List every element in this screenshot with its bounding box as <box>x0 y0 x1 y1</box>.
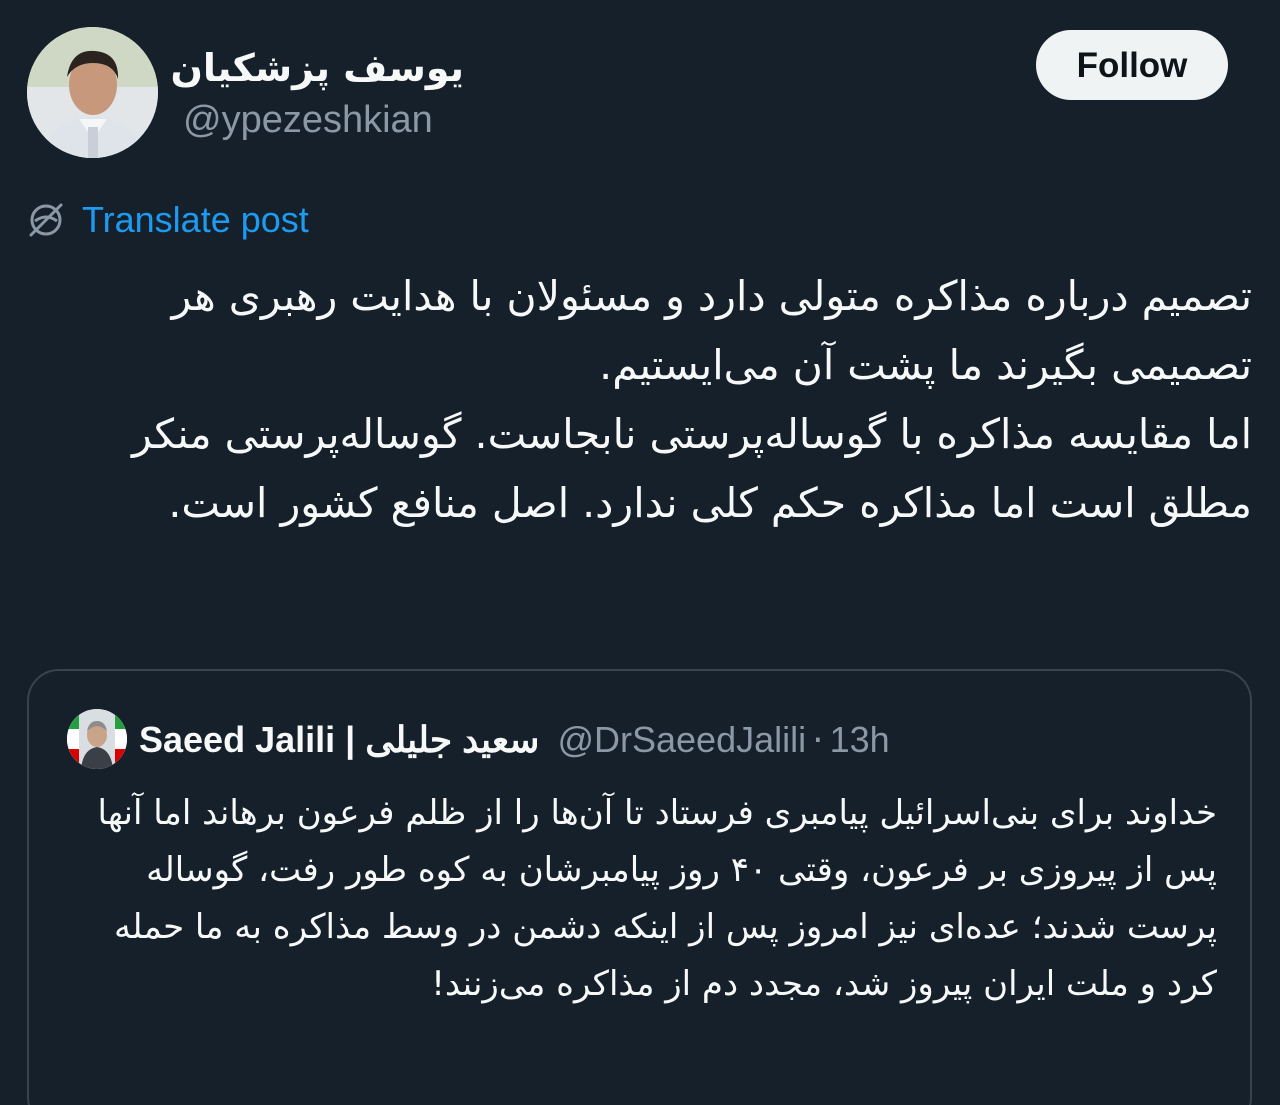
follow-button[interactable]: Follow <box>1036 30 1228 100</box>
translate-post-label: Translate post <box>82 199 309 240</box>
author-avatar[interactable] <box>27 27 158 158</box>
globe-slash-icon <box>29 203 63 237</box>
quote-author-handle[interactable]: @DrSaeedJalili <box>557 719 806 761</box>
quote-author-avatar[interactable] <box>67 709 127 769</box>
quote-header: Saeed Jalili | سعید جلیلی @DrSaeedJalili… <box>139 715 890 765</box>
translate-post-link[interactable]: Translate post <box>26 196 309 244</box>
post-text: تصمیم درباره مذاکره متولی دارد و مسئولان… <box>30 262 1252 538</box>
author-photo-icon <box>27 27 158 158</box>
post-paragraph: تصمیم درباره مذاکره متولی دارد و مسئولان… <box>171 272 1252 389</box>
author-handle[interactable]: @ypezeshkian <box>183 96 433 144</box>
quote-author-name[interactable]: Saeed Jalili | سعید جلیلی <box>139 719 539 761</box>
quote-text: خداوند برای بنی‌اسرائیل پیامبری فرستاد ت… <box>97 793 1218 1004</box>
quoted-post-card[interactable]: Saeed Jalili | سعید جلیلی @DrSaeedJalili… <box>27 669 1252 1105</box>
post-paragraph: اما مقایسه مذاکره با گوساله‌پرستی نابجاس… <box>131 410 1252 527</box>
quote-author-photo-icon <box>67 709 127 769</box>
quote-timestamp[interactable]: 13h <box>830 719 890 761</box>
author-display-name[interactable]: یوسف پزشکیان <box>170 40 464 96</box>
quote-separator: · <box>812 719 824 761</box>
